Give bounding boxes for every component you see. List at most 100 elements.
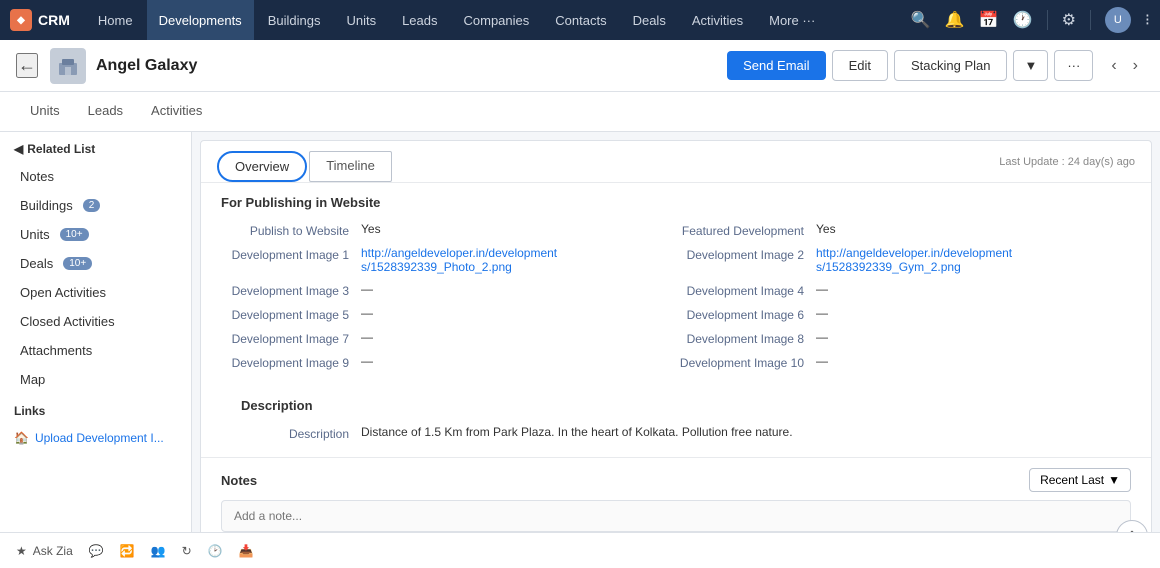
description-title: Description xyxy=(221,386,1131,421)
sidebar-item-closed-activities[interactable]: Closed Activities xyxy=(0,307,191,336)
sidebar-item-map[interactable]: Map xyxy=(0,365,191,394)
nav-right-actions: 🔍 🔔 📅 🕐 ⚙ U ⁝ xyxy=(911,7,1150,33)
field-dev-image-1: Development Image 1 http://angeldevelope… xyxy=(221,242,676,278)
nav-units[interactable]: Units xyxy=(334,0,388,40)
dev-image-7-value: — xyxy=(361,330,676,344)
dev-image-7-label: Development Image 7 xyxy=(221,330,361,346)
edit-button[interactable]: Edit xyxy=(832,50,888,81)
description-value: Distance of 1.5 Km from Park Plaza. In t… xyxy=(361,425,1131,439)
bottom-action-1[interactable]: 💬 xyxy=(89,544,104,558)
bottom-icon-5: 🕑 xyxy=(208,544,223,558)
dev-image-8-label: Development Image 8 xyxy=(676,330,816,346)
sidebar-item-buildings[interactable]: Buildings 2 xyxy=(0,191,191,220)
next-record-button[interactable]: › xyxy=(1127,53,1144,79)
nav-companies[interactable]: Companies xyxy=(452,0,542,40)
sidebar-item-units[interactable]: Units 10+ xyxy=(0,220,191,249)
nav-buildings[interactable]: Buildings xyxy=(256,0,333,40)
notifications-icon[interactable]: 🔔 xyxy=(945,10,965,30)
dev-image-10-label: Development Image 10 xyxy=(676,354,816,370)
search-icon[interactable]: 🔍 xyxy=(911,10,931,30)
field-description: Description Distance of 1.5 Km from Park… xyxy=(221,421,1131,445)
notes-filter-chevron: ▼ xyxy=(1108,473,1120,487)
app-name: CRM xyxy=(38,12,70,28)
view-tab-group: Overview Timeline xyxy=(217,151,392,182)
field-dev-image-7: Development Image 7 — xyxy=(221,326,676,350)
sidebar-item-open-activities[interactable]: Open Activities xyxy=(0,278,191,307)
prev-record-button[interactable]: ‹ xyxy=(1105,53,1122,79)
tab-leads[interactable]: Leads xyxy=(74,92,137,132)
publish-value: Yes xyxy=(361,222,676,236)
bottom-action-2[interactable]: 🔁 xyxy=(120,544,135,558)
bottom-action-5[interactable]: 🕑 xyxy=(208,544,223,558)
field-dev-image-5: Development Image 5 — xyxy=(221,302,676,326)
nav-contacts[interactable]: Contacts xyxy=(543,0,618,40)
ask-zia-button[interactable]: ★ Ask Zia xyxy=(16,544,73,558)
bottom-action-6[interactable]: 📥 xyxy=(239,544,254,558)
tab-activities[interactable]: Activities xyxy=(137,92,216,132)
notes-filter-button[interactable]: Recent Last ▼ xyxy=(1029,468,1131,492)
notes-filter-label: Recent Last xyxy=(1040,473,1104,487)
tab-units[interactable]: Units xyxy=(16,92,74,132)
publish-label: Publish to Website xyxy=(221,222,361,238)
zia-label: Ask Zia xyxy=(33,544,73,558)
avatar[interactable]: U xyxy=(1105,7,1131,33)
nav-more[interactable]: More ··· xyxy=(757,0,827,40)
buildings-badge: 2 xyxy=(83,199,101,212)
field-dev-image-10: Development Image 10 — xyxy=(676,350,1131,374)
top-navigation: ◆ CRM Home Developments Buildings Units … xyxy=(0,0,1160,40)
sidebar-item-notes[interactable]: Notes xyxy=(0,162,191,191)
bottom-action-4[interactable]: ↻ xyxy=(182,544,192,558)
field-publish-to-website: Publish to Website Yes xyxy=(221,218,676,242)
attachments-label: Attachments xyxy=(20,343,92,358)
notes-header: Notes Recent Last ▼ xyxy=(221,468,1131,492)
dev-image-9-label: Development Image 9 xyxy=(221,354,361,370)
content-area: Overview Timeline Last Update : 24 day(s… xyxy=(192,132,1160,568)
clock-icon[interactable]: 🕐 xyxy=(1013,10,1033,30)
sub-tab-bar: Units Leads Activities xyxy=(0,92,1160,132)
buildings-label: Buildings xyxy=(20,198,73,213)
nav-deals[interactable]: Deals xyxy=(621,0,678,40)
dev-image-2-value[interactable]: http://angeldeveloper.in/developments/15… xyxy=(816,246,1131,274)
stacking-plan-button[interactable]: Stacking Plan xyxy=(894,50,1008,81)
back-button[interactable]: ← xyxy=(16,53,38,78)
field-dev-image-4: Development Image 4 — xyxy=(676,278,1131,302)
sidebar-toggle-icon[interactable]: ◀ xyxy=(14,142,23,156)
bottom-action-3[interactable]: 👥 xyxy=(151,544,166,558)
dev-image-2-label: Development Image 2 xyxy=(676,246,816,262)
nav-activities[interactable]: Activities xyxy=(680,0,755,40)
dev-image-3-label: Development Image 3 xyxy=(221,282,361,298)
notes-section: Notes Recent Last ▼ xyxy=(201,457,1151,542)
stacking-plan-dropdown[interactable]: ▼ xyxy=(1013,50,1048,81)
tab-timeline[interactable]: Timeline xyxy=(309,151,392,182)
note-input[interactable] xyxy=(221,500,1131,532)
field-dev-image-8: Development Image 8 — xyxy=(676,326,1131,350)
nav-home[interactable]: Home xyxy=(86,0,145,40)
grid-icon[interactable]: ⁝ xyxy=(1145,10,1150,30)
bottom-icon-6: 📥 xyxy=(239,544,254,558)
sidebar-item-attachments[interactable]: Attachments xyxy=(0,336,191,365)
more-options-button[interactable]: ··· xyxy=(1054,50,1093,81)
related-list-header: ◀ Related List xyxy=(0,132,191,162)
fields-left-col: Publish to Website Yes Development Image… xyxy=(221,218,676,374)
sidebar-item-deals[interactable]: Deals 10+ xyxy=(0,249,191,278)
publishing-section: For Publishing in Website Publish to Web… xyxy=(201,183,1151,386)
nav-menu: Home Developments Buildings Units Leads … xyxy=(86,0,827,40)
nav-developments[interactable]: Developments xyxy=(147,0,254,40)
last-update: Last Update : 24 day(s) ago xyxy=(999,156,1135,178)
upload-icon: 🏠 xyxy=(14,431,29,445)
upload-development-link[interactable]: 🏠 Upload Development I... xyxy=(0,424,191,452)
units-badge: 10+ xyxy=(60,228,89,241)
settings-icon[interactable]: ⚙ xyxy=(1062,10,1076,30)
header-bar: ← Angel Galaxy Send Email Edit Stacking … xyxy=(0,40,1160,92)
calendar-icon[interactable]: 📅 xyxy=(979,10,999,30)
logo-icon: ◆ xyxy=(10,9,32,31)
tab-overview[interactable]: Overview xyxy=(217,151,307,182)
zia-icon: ★ xyxy=(16,544,27,558)
nav-leads[interactable]: Leads xyxy=(390,0,449,40)
publishing-fields: Publish to Website Yes Development Image… xyxy=(201,218,1151,386)
app-logo[interactable]: ◆ CRM xyxy=(10,9,70,31)
sidebar: ◀ Related List Notes Buildings 2 Units 1… xyxy=(0,132,192,568)
send-email-button[interactable]: Send Email xyxy=(727,51,825,80)
links-header: Links xyxy=(0,394,191,424)
dev-image-1-value[interactable]: http://angeldeveloper.in/developments/15… xyxy=(361,246,676,274)
